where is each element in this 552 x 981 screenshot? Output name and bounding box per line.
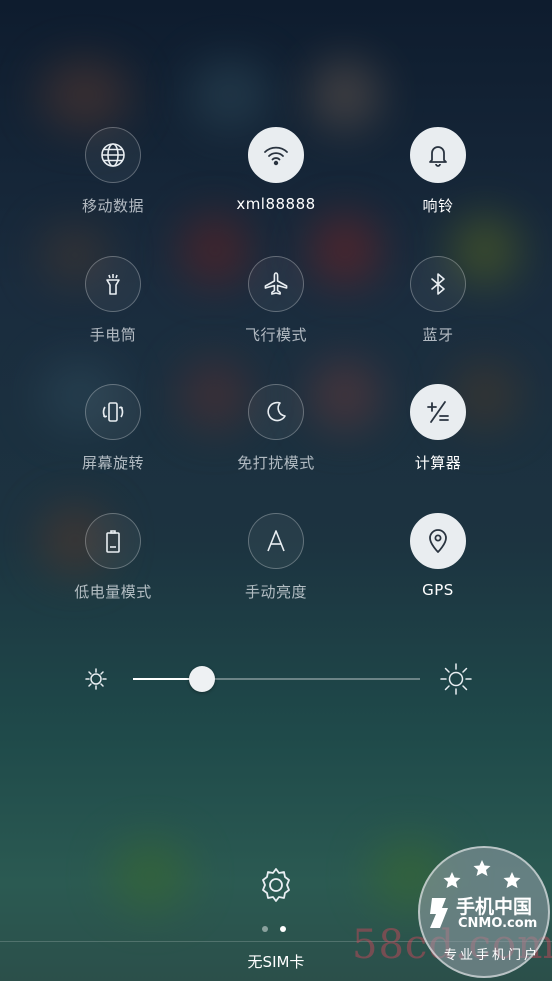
toggle-bluetooth[interactable]: 蓝牙 bbox=[358, 256, 518, 345]
page-indicator bbox=[262, 926, 286, 932]
tile-label: 手动亮度 bbox=[244, 583, 307, 601]
toggle-manual-brightness[interactable]: 手动亮度 bbox=[196, 513, 356, 602]
airplane-icon bbox=[248, 256, 304, 312]
page-dot bbox=[262, 926, 268, 932]
brightness-track[interactable] bbox=[133, 678, 420, 680]
gear-icon[interactable] bbox=[255, 864, 297, 906]
wallpaper-blob bbox=[190, 60, 270, 130]
toggle-low-power-mode[interactable]: 低电量模式 bbox=[33, 513, 193, 602]
brightness-thumb[interactable] bbox=[189, 666, 215, 692]
toggle-gps[interactable]: GPS bbox=[358, 513, 518, 599]
battery-icon bbox=[85, 513, 141, 569]
page-dot-active bbox=[280, 926, 286, 932]
tile-label: GPS bbox=[422, 581, 454, 599]
bell-icon bbox=[410, 127, 466, 183]
tile-label: 飞行模式 bbox=[244, 326, 307, 344]
calculator-icon bbox=[410, 384, 466, 440]
tile-label: xml88888 bbox=[236, 195, 316, 213]
wifi-icon bbox=[248, 127, 304, 183]
tile-label: 手电筒 bbox=[89, 326, 137, 344]
tile-label: 计算器 bbox=[414, 454, 462, 472]
sun-large-icon bbox=[440, 663, 472, 695]
wallpaper-blob bbox=[110, 840, 190, 910]
rotate-screen-icon bbox=[85, 384, 141, 440]
tile-label: 低电量模式 bbox=[74, 583, 152, 601]
wallpaper-blob bbox=[310, 60, 380, 130]
location-pin-icon bbox=[410, 513, 466, 569]
globe-icon bbox=[85, 127, 141, 183]
toggle-airplane-mode[interactable]: 飞行模式 bbox=[196, 256, 356, 345]
cnmo-logo: 手机中国 CNMO.com 专业手机门户 bbox=[418, 846, 550, 978]
wallpaper-blob bbox=[40, 60, 130, 130]
toggle-wifi[interactable]: xml88888 bbox=[196, 127, 356, 213]
moon-icon bbox=[248, 384, 304, 440]
tile-label: 蓝牙 bbox=[422, 326, 454, 344]
toggle-do-not-disturb[interactable]: 免打扰模式 bbox=[196, 384, 356, 473]
bluetooth-icon bbox=[410, 256, 466, 312]
logo-title: 手机中国 bbox=[456, 896, 533, 918]
auto-brightness-icon bbox=[248, 513, 304, 569]
toggle-screen-rotation[interactable]: 屏幕旋转 bbox=[33, 384, 193, 473]
logo-domain: CNMO.com bbox=[458, 916, 538, 931]
toggle-flashlight[interactable]: 手电筒 bbox=[33, 256, 193, 345]
tile-label: 免打扰模式 bbox=[237, 454, 315, 472]
toggle-calculator[interactable]: 计算器 bbox=[358, 384, 518, 473]
brightness-slider[interactable] bbox=[76, 660, 476, 700]
tile-label: 移动数据 bbox=[81, 197, 144, 215]
tile-label: 响铃 bbox=[422, 197, 454, 215]
toggle-ringer[interactable]: 响铃 bbox=[358, 127, 518, 216]
flashlight-icon bbox=[85, 256, 141, 312]
logo-slogan: 专业手机门户 bbox=[444, 948, 541, 963]
toggle-mobile-data[interactable]: 移动数据 bbox=[33, 127, 193, 216]
tile-label: 屏幕旋转 bbox=[81, 454, 144, 472]
sun-small-icon bbox=[85, 668, 107, 690]
